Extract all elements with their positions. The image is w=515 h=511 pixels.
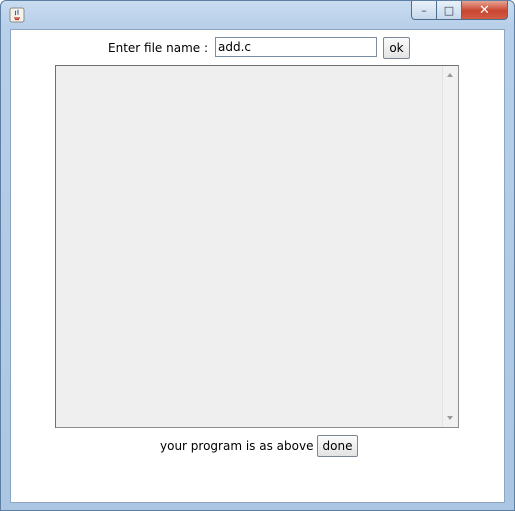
content-panel: Enter file name : ok your program is as … — [10, 29, 505, 503]
title-bar[interactable]: – □ ✕ — [1, 1, 514, 29]
status-label: your program is as above — [160, 439, 314, 453]
program-text-area-container — [55, 65, 459, 428]
java-app-icon[interactable] — [9, 7, 25, 23]
filename-label: Enter file name : — [108, 41, 209, 55]
vertical-scrollbar[interactable] — [442, 66, 458, 427]
maximize-icon[interactable]: □ — [437, 1, 462, 20]
filename-input[interactable] — [215, 37, 377, 57]
window-controls: – □ ✕ — [411, 1, 508, 21]
ok-button[interactable]: ok — [383, 37, 410, 59]
scroll-up-arrow-icon[interactable] — [447, 73, 453, 77]
app-window: – □ ✕ Enter file name : ok your program … — [0, 0, 515, 511]
program-text-area[interactable] — [56, 66, 442, 427]
minimize-icon[interactable]: – — [411, 1, 437, 20]
done-button[interactable]: done — [317, 435, 358, 457]
close-icon[interactable]: ✕ — [462, 1, 508, 20]
scroll-down-arrow-icon[interactable] — [447, 416, 453, 420]
